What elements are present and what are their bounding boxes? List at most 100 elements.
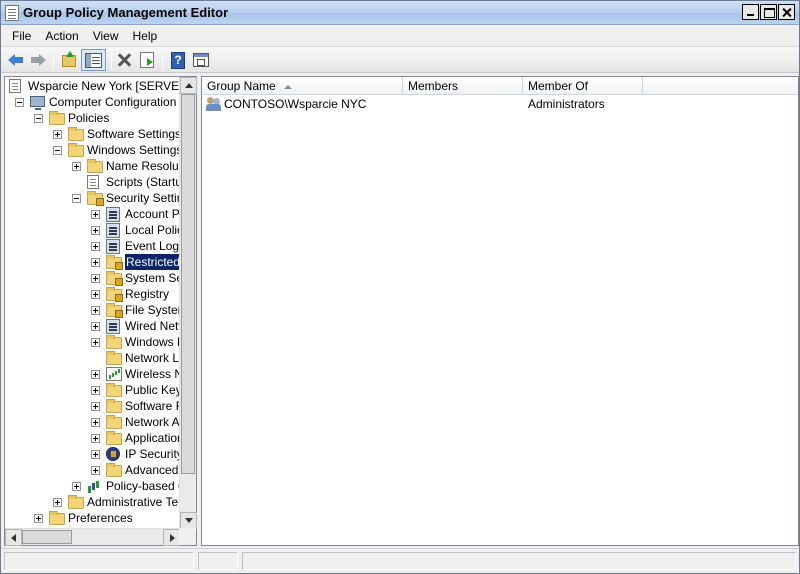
expand-plus-icon[interactable]	[53, 498, 62, 507]
tree-item[interactable]: Wired Netw	[5, 318, 180, 334]
expand-plus-icon[interactable]	[91, 210, 100, 219]
qos-chart-icon	[87, 479, 103, 493]
menu-view[interactable]: View	[86, 27, 126, 45]
column-header-group-name[interactable]: Group Name	[202, 77, 403, 95]
tree-item[interactable]: Event Log	[5, 238, 180, 254]
export-list-icon[interactable]	[140, 52, 154, 68]
tree-item[interactable]: Restricted G	[5, 254, 180, 270]
tree-item-label: Public Key F	[125, 383, 180, 397]
collapse-minus-icon[interactable]	[53, 146, 62, 155]
column-headers: Group Name Members Member Of	[202, 77, 798, 95]
tree-item[interactable]: Registry	[5, 286, 180, 302]
tree-item[interactable]: Public Key F	[5, 382, 180, 398]
column-header-member-of[interactable]: Member Of	[523, 77, 643, 95]
tree-item-label: Security Setting	[106, 191, 180, 205]
maximize-button[interactable]	[760, 4, 777, 20]
results-pane[interactable]: Group Name Members Member Of CONTOSO\Wsp…	[201, 76, 799, 546]
status-segment	[242, 552, 796, 570]
up-one-level-icon[interactable]	[62, 51, 76, 67]
tree-item[interactable]: Administrative Temp	[5, 494, 180, 510]
tree-item[interactable]: Policy-based Qo	[5, 478, 180, 494]
tree-vertical-scrollbar[interactable]	[179, 77, 197, 529]
scroll-right-arrow-icon[interactable]	[163, 529, 180, 546]
expand-plus-icon[interactable]	[72, 162, 81, 171]
collapse-minus-icon[interactable]	[72, 194, 81, 203]
close-button[interactable]	[778, 4, 795, 20]
tree-item[interactable]: Security Setting	[5, 190, 180, 206]
expand-plus-icon[interactable]	[91, 274, 100, 283]
tree-item[interactable]: Computer Configuration	[5, 94, 180, 110]
table-row[interactable]: CONTOSO\Wsparcie NYC Administrators	[202, 96, 798, 113]
tree-item-label: Event Log	[125, 239, 180, 253]
tree-item[interactable]: System Serv	[5, 270, 180, 286]
cell-group-name: CONTOSO\Wsparcie NYC	[224, 97, 367, 111]
tree-item[interactable]: Policies	[5, 110, 180, 126]
expand-plus-icon[interactable]	[91, 418, 100, 427]
menu-action[interactable]: Action	[38, 27, 85, 45]
expand-plus-icon[interactable]	[91, 226, 100, 235]
scroll-left-arrow-icon[interactable]	[5, 529, 22, 546]
collapse-minus-icon[interactable]	[34, 114, 43, 123]
collapse-minus-icon[interactable]	[15, 98, 24, 107]
expand-plus-icon[interactable]	[72, 482, 81, 491]
policy-icon	[106, 239, 120, 254]
tree-hscroll-thumb[interactable]	[22, 530, 72, 544]
tree-item[interactable]: IP Security	[5, 446, 180, 462]
expand-plus-icon[interactable]	[91, 370, 100, 379]
tree-item[interactable]: Wireless Ne	[5, 366, 180, 382]
expand-plus-icon[interactable]	[91, 466, 100, 475]
scrollbar-corner	[179, 528, 196, 545]
tree-item[interactable]: Software Re	[5, 398, 180, 414]
tree-item-label: Administrative Temp	[87, 495, 180, 509]
minimize-button[interactable]	[742, 4, 759, 20]
tree-item-label: Wireless Ne	[125, 367, 180, 381]
back-arrow-icon[interactable]	[8, 54, 24, 66]
tree-item[interactable]: Windows Settings	[5, 142, 180, 158]
tree-item[interactable]: File System	[5, 302, 180, 318]
expand-plus-icon[interactable]	[91, 450, 100, 459]
expand-plus-icon[interactable]	[91, 338, 100, 347]
expand-plus-icon[interactable]	[91, 322, 100, 331]
menu-help[interactable]: Help	[126, 27, 165, 45]
properties-icon[interactable]	[193, 53, 209, 67]
tree-item[interactable]: Windows Fir	[5, 334, 180, 350]
scroll-up-arrow-icon[interactable]	[180, 77, 197, 94]
tree-item[interactable]: Local Policie	[5, 222, 180, 238]
folder-icon	[87, 159, 103, 173]
expand-plus-icon[interactable]	[91, 434, 100, 443]
folder-icon	[106, 351, 122, 365]
tree-item-label: Local Policie	[125, 223, 180, 237]
column-header-members[interactable]: Members	[403, 77, 523, 95]
expand-plus-icon[interactable]	[91, 242, 100, 251]
expand-plus-icon[interactable]	[91, 386, 100, 395]
expand-plus-icon[interactable]	[91, 306, 100, 315]
tree-item[interactable]: Network Ac	[5, 414, 180, 430]
tree-item[interactable]: Network Lis	[5, 350, 180, 366]
console-tree-pane[interactable]: Wsparcie New York [SERVER01 Computer Con…	[4, 76, 197, 546]
tree-item[interactable]: Advanced A	[5, 462, 180, 478]
scroll-down-arrow-icon[interactable]	[180, 512, 197, 529]
expand-plus-icon[interactable]	[91, 402, 100, 411]
expand-plus-icon[interactable]	[34, 514, 43, 523]
folder-icon	[106, 335, 122, 349]
tree-item[interactable]: Software Settings	[5, 126, 180, 142]
title-bar[interactable]: Group Policy Management Editor	[1, 1, 799, 25]
delete-icon[interactable]	[116, 52, 132, 68]
tree-item[interactable]: Account Pol	[5, 206, 180, 222]
tree-horizontal-scrollbar[interactable]	[5, 528, 180, 546]
forward-arrow-icon[interactable]	[30, 54, 46, 66]
tree-root[interactable]: Wsparcie New York [SERVER01	[5, 78, 180, 94]
expand-plus-icon[interactable]	[91, 290, 100, 299]
tree-item[interactable]: Scripts (Startup	[5, 174, 180, 190]
tree-item[interactable]: Application	[5, 430, 180, 446]
status-segment	[198, 552, 238, 570]
tree-item[interactable]: Preferences	[5, 510, 180, 526]
menu-file[interactable]: File	[5, 27, 38, 45]
tree-item[interactable]: Name Resolutio	[5, 158, 180, 174]
tree-scroll-thumb[interactable]	[181, 94, 195, 474]
expand-plus-icon[interactable]	[91, 258, 100, 267]
tree-item-label: Network Lis	[125, 351, 180, 365]
help-icon[interactable]: ?	[171, 52, 185, 69]
folder-icon	[106, 383, 122, 397]
expand-plus-icon[interactable]	[53, 130, 62, 139]
